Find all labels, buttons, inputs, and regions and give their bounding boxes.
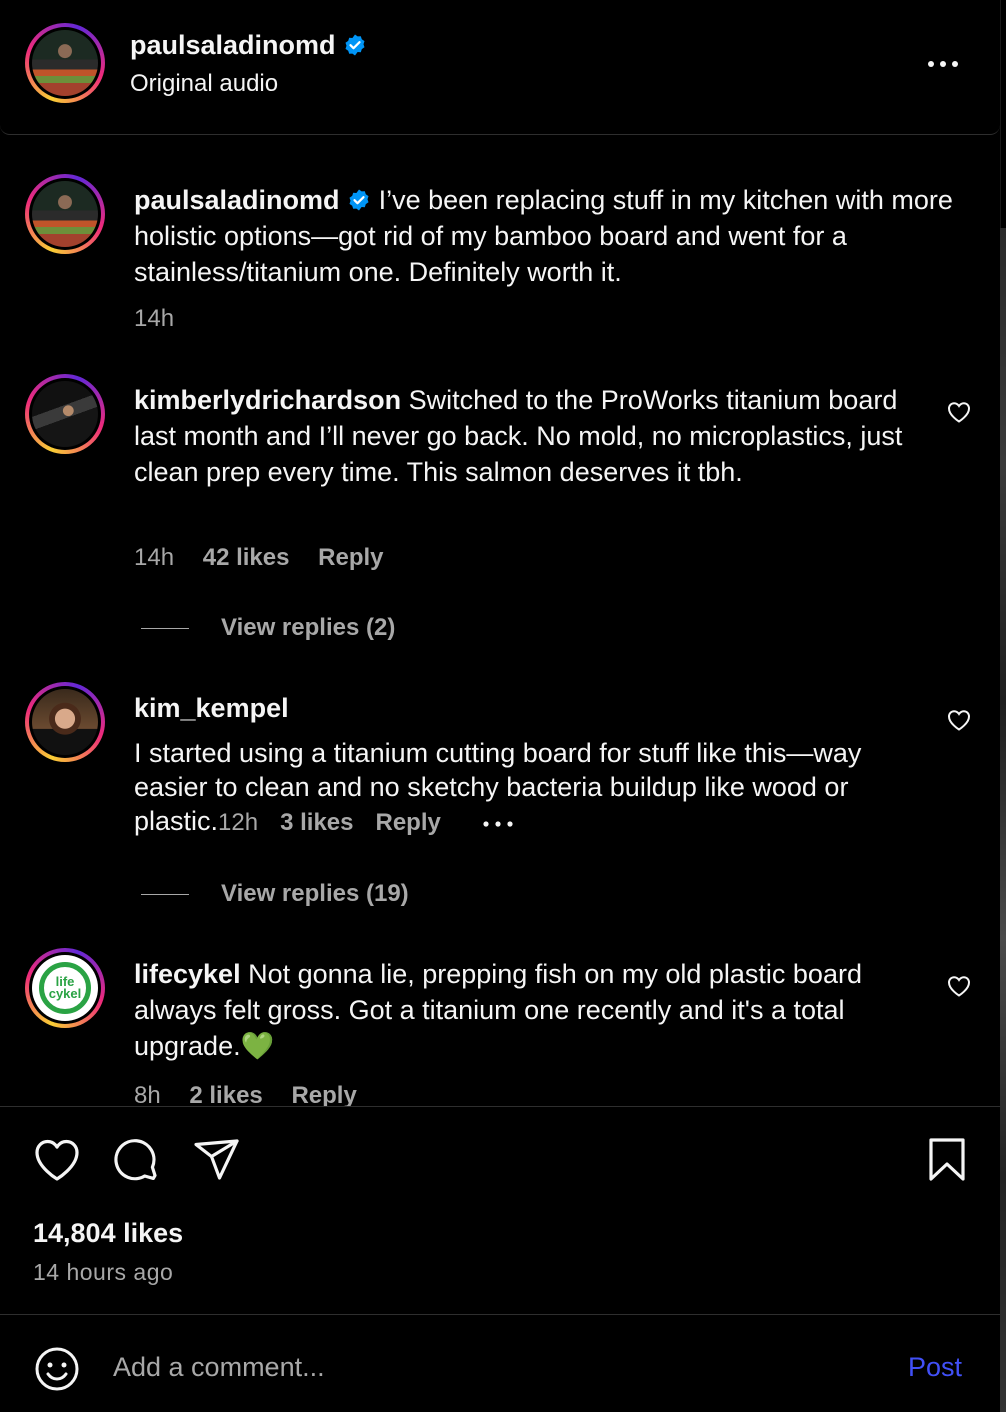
view-replies-button[interactable]: View replies (19) [141,880,409,908]
comment-meta: 8h 2 likes Reply [134,1082,379,1107]
comment-likes[interactable]: 42 likes [203,544,290,571]
comment-likes[interactable]: 3 likes [280,809,353,836]
verified-badge-icon [345,34,365,56]
comment-meta: 14h 42 likes Reply [134,544,406,572]
reply-button[interactable]: Reply [291,1082,356,1107]
reply-button[interactable]: Reply [318,544,383,571]
reply-button[interactable]: Reply [376,809,441,836]
comment-username-line: kim_kempel [134,690,934,726]
comment: I started using a titanium cutting board… [134,736,874,840]
caption-username[interactable]: paulsaladinomd [134,185,340,215]
comment-likes[interactable]: 2 likes [189,1082,262,1107]
replies-line [141,894,189,896]
caption: paulsaladinomd I’ve been replacing stuff… [134,182,964,290]
post-likes-count[interactable]: 14,804 likes [33,1218,183,1249]
comment-input[interactable]: Add a comment... [113,1352,325,1383]
commenter-avatar[interactable] [25,682,105,762]
comment-time: 14h [134,544,175,571]
comment-text: Not gonna lie, prepping fish on my old p… [134,959,862,1061]
comment-username[interactable]: lifecykel [134,959,241,989]
commenter-avatar[interactable]: life cykel [25,948,105,1028]
comment: lifecykel Not gonna lie, prepping fish o… [134,956,934,1064]
caption-meta: 14h [134,305,196,333]
comment-options-icon[interactable] [481,819,515,829]
comment-time: 8h [134,1082,161,1107]
comment: kimberlydrichardson Switched to the ProW… [134,382,934,490]
lifecykel-logo: life cykel [39,962,91,1014]
audio-label[interactable]: Original audio [130,70,278,98]
view-replies-button[interactable]: View replies (2) [141,614,395,642]
author-avatar[interactable] [25,23,105,103]
post-header: paulsaladinomd Original audio [0,0,1000,135]
paper-plane-icon[interactable] [193,1137,241,1183]
more-horizontal-icon[interactable] [926,50,960,78]
view-replies-label: View replies (19) [221,880,409,907]
post-timestamp: 14 hours ago [33,1259,174,1285]
post-button[interactable]: Post [908,1352,962,1383]
comment-username[interactable]: kimberlydrichardson [134,385,401,415]
caption-avatar[interactable] [25,174,105,254]
comment-username[interactable]: kim_kempel [134,693,289,723]
comment-like-heart-icon[interactable] [947,401,971,423]
commenter-avatar[interactable] [25,374,105,454]
replies-line [141,628,189,630]
comment-like-heart-icon[interactable] [947,709,971,731]
comments-list[interactable]: paulsaladinomd I’ve been replacing stuff… [0,135,1000,1107]
verified-badge-icon [349,189,369,211]
divider [0,1314,1000,1315]
divider [0,1106,1000,1107]
comment-bubble-icon[interactable] [113,1136,161,1184]
caption-time: 14h [134,305,175,332]
view-replies-label: View replies (2) [221,614,396,641]
heart-icon[interactable] [33,1137,81,1183]
comment-time: 12h [218,809,259,836]
background-image-edge [1000,228,1006,1412]
bookmark-icon[interactable] [926,1137,968,1183]
emoji-smiley-icon[interactable] [33,1345,81,1393]
author-username[interactable]: paulsaladinomd [130,30,367,61]
comment-like-heart-icon[interactable] [947,975,971,997]
